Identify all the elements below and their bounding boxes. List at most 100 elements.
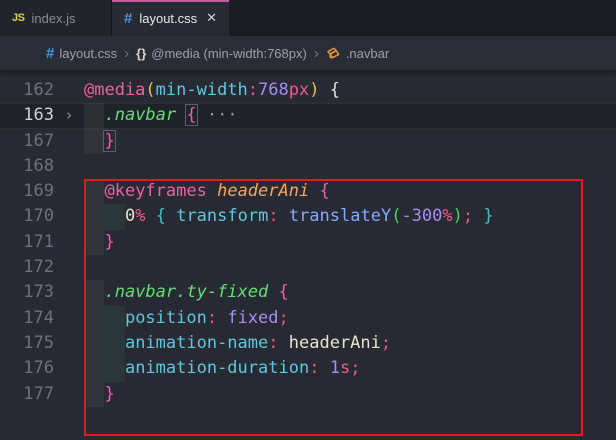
code-token: transform — [176, 206, 268, 226]
line-number: 175 — [0, 331, 54, 356]
code-content: @keyframes headerAni { — [84, 179, 616, 204]
code-token: ; — [463, 206, 473, 226]
line-number: 172 — [0, 255, 54, 280]
code-token — [217, 308, 227, 328]
breadcrumb-media-query[interactable]: {} @media (min-width:768px) — [136, 46, 307, 61]
tab-layout-css[interactable]: # layout.css ✕ — [112, 0, 229, 36]
fold-spacer — [54, 382, 84, 407]
code-line-163[interactable]: 163› .navbar { ··· — [0, 103, 616, 128]
code-token: : — [268, 206, 278, 226]
code-content: @media(min-width:768px) { — [84, 78, 616, 103]
line-number: 168 — [0, 154, 54, 179]
code-content: } — [84, 382, 616, 407]
code-token: @keyframes — [104, 181, 206, 201]
code-token — [268, 282, 278, 302]
code-token: ; — [279, 308, 289, 328]
code-token — [84, 308, 125, 328]
code-content: } — [84, 230, 616, 255]
code-token — [84, 131, 104, 151]
breadcrumb-file[interactable]: # layout.css — [46, 46, 117, 61]
code-line-173[interactable]: 173 .navbar.ty-fixed { — [0, 280, 616, 305]
code-token: } — [483, 206, 493, 226]
code-token: : — [309, 358, 319, 378]
code-token: ; — [381, 333, 391, 353]
code-line-176[interactable]: 176 animation-duration: 1s; — [0, 356, 616, 381]
gutter: 168 — [0, 154, 84, 179]
code-token — [473, 206, 483, 226]
line-number: 174 — [0, 306, 54, 331]
line-number: 162 — [0, 78, 54, 103]
code-token: -300 — [401, 206, 442, 226]
gutter: 167 — [0, 129, 84, 154]
code-token: { — [330, 80, 340, 100]
code-token — [319, 358, 329, 378]
code-token: ; — [350, 358, 360, 378]
code-line-168[interactable]: 168 — [0, 154, 616, 179]
code-token — [279, 206, 289, 226]
breadcrumb-navbar-rule[interactable]: .navbar — [326, 46, 389, 61]
code-token — [176, 105, 186, 125]
code-token — [84, 105, 104, 125]
code-token: ( — [391, 206, 401, 226]
code-line-169[interactable]: 169 @keyframes headerAni { — [0, 179, 616, 204]
code-content: .navbar { ··· — [84, 103, 616, 128]
code-token — [279, 333, 289, 353]
tab-index-js[interactable]: JS index.js — [0, 0, 112, 36]
code-line-170[interactable]: 170 0% { transform: translateY(-300%); } — [0, 204, 616, 229]
fold-spacer — [54, 179, 84, 204]
code-line-172[interactable]: 172 — [0, 255, 616, 280]
code-token — [84, 358, 125, 378]
code-content — [84, 154, 616, 179]
code-token: } — [104, 131, 114, 151]
line-number: 169 — [0, 179, 54, 204]
code-token: position — [125, 308, 207, 328]
close-icon[interactable]: ✕ — [206, 10, 217, 26]
fold-spacer — [54, 230, 84, 255]
fold-spacer — [54, 78, 84, 103]
line-number: 171 — [0, 230, 54, 255]
code-rows: 162 @media(min-width:768px) {163› .navbar… — [0, 78, 616, 407]
code-token: s — [340, 358, 350, 378]
line-number: 173 — [0, 280, 54, 305]
fold-spacer — [54, 306, 84, 331]
code-line-171[interactable]: 171 } — [0, 230, 616, 255]
chevron-right-icon: › — [124, 46, 129, 61]
code-token: : — [268, 333, 278, 353]
code-token: : — [207, 308, 217, 328]
line-number: 177 — [0, 382, 54, 407]
code-token: ( — [145, 80, 155, 100]
gutter: 169 — [0, 179, 84, 204]
fold-spacer — [54, 154, 84, 179]
code-line-167[interactable]: 167 } — [0, 129, 616, 154]
code-line-162[interactable]: 162 @media(min-width:768px) { — [0, 78, 616, 103]
code-token: ) — [453, 206, 463, 226]
code-token: { — [279, 282, 289, 302]
code-token — [84, 333, 125, 353]
fold-spacer — [54, 255, 84, 280]
code-line-174[interactable]: 174 position: fixed; — [0, 306, 616, 331]
js-icon: JS — [12, 13, 24, 24]
code-token — [320, 80, 330, 100]
css-icon: # — [124, 11, 132, 26]
code-token — [145, 206, 155, 226]
chevron-right-icon: › — [314, 46, 319, 61]
fold-spacer — [54, 204, 84, 229]
code-line-175[interactable]: 175 animation-name: headerAni; — [0, 331, 616, 356]
css-icon: # — [46, 46, 54, 61]
fold-chevron-icon[interactable]: › — [54, 103, 84, 128]
tab-label: index.js — [31, 11, 75, 26]
code-token: animation-name — [125, 333, 268, 353]
code-token: } — [104, 232, 114, 252]
code-token — [84, 181, 104, 201]
gutter: 162 — [0, 78, 84, 103]
fold-spacer — [54, 280, 84, 305]
breadcrumb: # layout.css › {} @media (min-width:768p… — [0, 36, 616, 70]
code-token: .navbar.ty-fixed — [104, 282, 268, 302]
code-token — [84, 232, 104, 252]
code-token: animation-duration — [125, 358, 309, 378]
code-line-177[interactable]: 177 } — [0, 382, 616, 407]
code-token: { — [156, 206, 166, 226]
code-content: } — [84, 129, 616, 154]
code-token: % — [442, 206, 452, 226]
code-editor[interactable]: 162 @media(min-width:768px) {163› .navbar… — [0, 70, 616, 407]
